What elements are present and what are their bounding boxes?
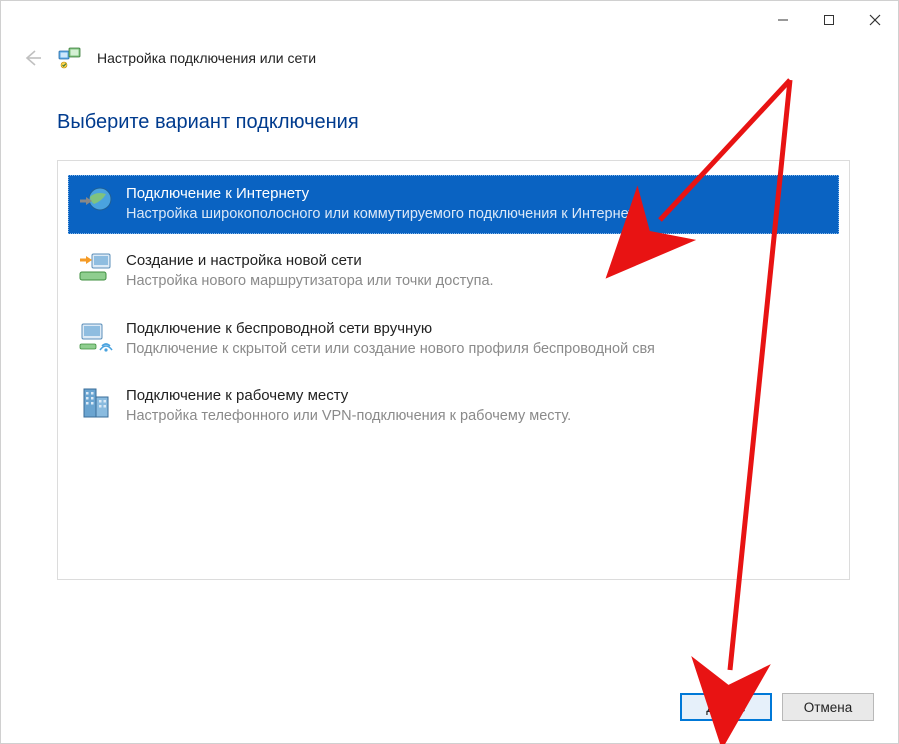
wizard-window: Настройка подключения или сети Выберите … [0,0,899,744]
option-desc: Подключение к скрытой сети или создание … [126,339,831,359]
maximize-button[interactable] [806,5,852,35]
option-create-network[interactable]: Создание и настройка новой сети Настройк… [68,242,839,301]
header-title: Настройка подключения или сети [97,50,316,66]
option-connect-internet[interactable]: Подключение к Интернету Настройка широко… [68,175,839,234]
globe-icon [76,181,116,221]
header: Настройка подключения или сети [1,41,898,87]
titlebar [1,1,898,41]
option-workplace[interactable]: Подключение к рабочему месту Настройка т… [68,377,839,436]
minimize-button[interactable] [760,5,806,35]
option-title: Подключение к Интернету [126,183,831,204]
option-desc: Настройка широкополосного или коммутируе… [126,204,831,224]
option-title: Подключение к рабочему месту [126,385,831,406]
option-wireless-manual[interactable]: Подключение к беспроводной сети вручную … [68,310,839,369]
content-area: Выберите вариант подключения Подключение… [1,87,898,675]
building-icon [76,383,116,423]
options-panel: Подключение к Интернету Настройка широко… [57,160,850,580]
next-button[interactable]: Далее [680,693,772,721]
option-title: Создание и настройка новой сети [126,250,831,271]
option-desc: Настройка телефонного или VPN-подключени… [126,406,831,426]
option-desc: Настройка нового маршрутизатора или точк… [126,271,831,291]
close-button[interactable] [852,5,898,35]
network-setup-icon [57,45,83,71]
footer: Далее Отмена [1,675,898,743]
router-icon [76,248,116,288]
option-title: Подключение к беспроводной сети вручную [126,318,831,339]
wireless-icon [76,316,116,356]
cancel-button[interactable]: Отмена [782,693,874,721]
page-heading: Выберите вариант подключения [57,111,850,134]
back-arrow-icon[interactable] [21,47,43,69]
